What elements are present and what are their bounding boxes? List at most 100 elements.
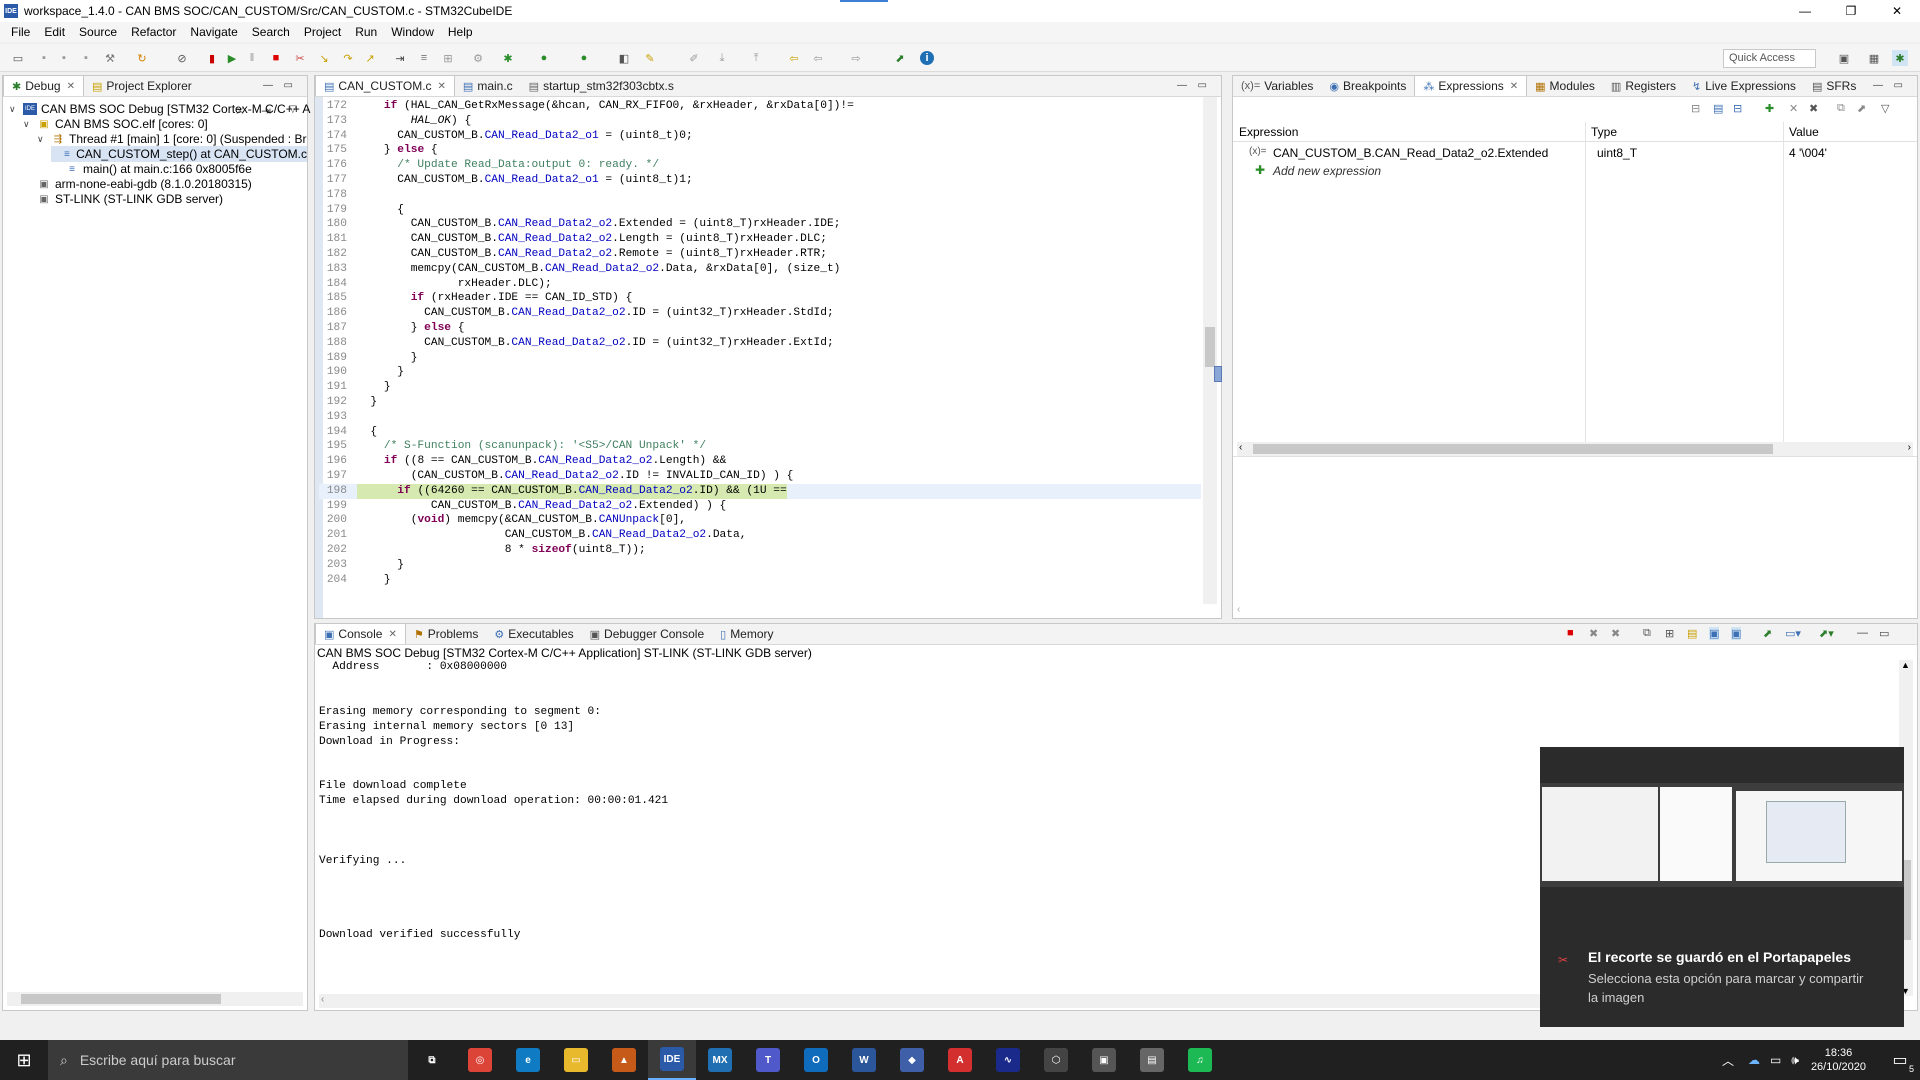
pin-console-icon[interactable]: ⬈ [1763,627,1772,640]
tab-breakpoints[interactable]: ◉ Breakpoints [1321,76,1414,96]
maximize-button[interactable]: ❐ [1828,0,1874,22]
scroll-thumb[interactable] [1205,327,1215,367]
tree-item[interactable]: ∨ ⇶ Thread #1 [main] 1 [core: 0] (Suspende… [37,131,306,147]
taskbar-app-gray-icon[interactable]: ▣ [1080,1040,1128,1080]
onedrive-icon[interactable]: ☁ [1748,1053,1760,1067]
show-on-stdout-icon[interactable]: ▣ [1709,627,1720,640]
step-into-icon[interactable]: ↘ [316,50,332,66]
taskbar-word-icon[interactable]: W [840,1040,888,1080]
taskbar-app-cube-icon[interactable]: ⬡ [1032,1040,1080,1080]
code-line[interactable]: 201 CAN_CUSTOM_B.CAN_Read_Data2_o2.Data, [319,528,1201,543]
expand-toggle-icon[interactable]: ∨ [23,119,35,130]
column-expression[interactable]: Expression [1239,125,1298,139]
code-line[interactable]: 188 CAN_CUSTOM_B.CAN_Read_Data2_o2.ID = … [319,336,1201,351]
maximize-icon[interactable]: ▭ [1879,627,1889,640]
instruction-stepping-icon[interactable]: ⇥ [392,50,408,66]
code-line[interactable]: 180 CAN_CUSTOM_B.CAN_Read_Data2_o2.Exten… [319,217,1201,232]
add-expression-icon[interactable]: ✚ [1765,102,1774,115]
code-line[interactable]: 173 HAL_OK) { [319,114,1201,129]
back-icon[interactable]: ⇦ [810,50,826,66]
info-icon[interactable]: i [920,51,934,65]
open-perspective-icon[interactable]: ⬈ [892,50,908,66]
code-line[interactable]: 178 [319,188,1201,203]
add-expression-row[interactable]: ✚ Add new expression [1233,162,1917,180]
close-icon[interactable]: ✕ [67,81,75,92]
taskbar-task-view-icon[interactable]: ⧉ [408,1040,456,1080]
code-line[interactable]: 203 } [319,558,1201,573]
resume-icon[interactable]: ▶ [224,50,240,66]
scroll-left-icon[interactable]: ‹ [321,994,324,1005]
skip-breakpoints-icon[interactable]: ⊘ [174,50,190,66]
menu-run[interactable]: Run [348,25,384,39]
show-type-names-icon[interactable]: ▤ [1713,102,1723,115]
close-icon[interactable]: ✕ [388,629,396,640]
clock[interactable]: 18:36 26/10/2020 [1811,1046,1866,1074]
code-line[interactable]: 194 { [319,425,1201,440]
restart-icon[interactable]: ≡ [416,50,432,66]
taskbar-app-blue-icon[interactable]: ◆ [888,1040,936,1080]
save-icon[interactable]: ▪ [36,50,52,66]
new-icon[interactable]: ▭ [10,50,26,66]
taskbar-stm32cubeide-icon[interactable]: IDE [648,1040,696,1080]
open-console-icon[interactable]: ⬈▾ [1819,627,1834,640]
collapse-all-icon[interactable]: ⊟ [1733,102,1742,115]
code-line[interactable]: 192 } [319,395,1201,410]
scroll-thumb[interactable] [21,994,221,1004]
save-all-icon[interactable]: ▪ [56,50,72,66]
maximize-icon[interactable]: ▭ [1198,80,1207,91]
taskbar-acrobat-icon[interactable]: A [936,1040,984,1080]
tree-item[interactable]: ▣ arm-none-eabi-gdb (8.1.0.20180315) [23,176,252,192]
taskbar-app-navy-icon[interactable]: ∿ [984,1040,1032,1080]
code-line[interactable]: 195 /* S-Function (scanunpack): '<S5>/CA… [319,439,1201,454]
maximize-icon[interactable]: ▭ [1894,80,1903,91]
remove-expression-icon[interactable]: ✕ [1789,102,1798,115]
step-over-icon[interactable]: ↷ [340,50,356,66]
taskbar-matlab-icon[interactable]: ▲ [600,1040,648,1080]
console-output[interactable]: Address : 0x08000000 Erasing memory corr… [319,660,668,943]
tab-variables[interactable]: (x)= Variables [1233,76,1321,96]
terminate-relaunch-icon[interactable]: ▮ [204,50,220,66]
tab-debugger-console[interactable]: ▣ Debugger Console [582,624,712,644]
show-on-stderr-icon[interactable]: ▣ [1731,627,1742,640]
close-icon[interactable]: ✕ [438,81,446,92]
reset-icon[interactable]: ⊞ [440,50,456,66]
network-icon[interactable]: ▭ [1770,1053,1781,1067]
expressions-horizontal-scrollbar[interactable]: ‹ › [1237,442,1913,456]
tree-item[interactable]: ∨ ▣ CAN BMS SOC.elf [cores: 0] [23,116,208,132]
code-line[interactable]: 191 } [319,380,1201,395]
tab-main-c[interactable]: ▤ main.c [455,76,521,96]
column-value[interactable]: Value [1789,125,1819,139]
windows-start-icon[interactable]: ⊞ [0,1040,48,1080]
debug-dropdown-icon[interactable]: ✱ [500,50,516,66]
code-line[interactable]: 200 (void) memcpy(&CAN_CUSTOM_B.CANUnpac… [319,513,1201,528]
close-button[interactable]: ✕ [1874,0,1920,22]
taskbar-stm32cubemx-icon[interactable]: MX [696,1040,744,1080]
snip-thumbnail[interactable] [1540,747,1904,887]
pin-view-icon[interactable]: ⬈ [1857,102,1866,115]
maximize-icon[interactable]: ▭ [284,80,293,91]
tab-registers[interactable]: ▥ Registers [1603,76,1684,96]
taskbar-app-folder-icon[interactable]: ▤ [1128,1040,1176,1080]
code-line[interactable]: 172 if (HAL_CAN_GetRxMessage(&hcan, CAN_… [319,99,1201,114]
code-line[interactable]: 174 CAN_CUSTOM_B.CAN_Read_Data2_o1 = (ui… [319,129,1201,144]
step-return-icon[interactable]: ↗ [362,50,378,66]
volume-icon[interactable]: 🕪 [1791,1053,1799,1068]
tab-memory[interactable]: ▯ Memory [712,624,781,644]
minimize-button[interactable]: — [1782,0,1828,22]
debug-device-icon[interactable]: ⚙ [470,50,486,66]
remove-all-terminated-icon[interactable]: ✖ [1611,627,1620,640]
code-line[interactable]: 181 CAN_CUSTOM_B.CAN_Read_Data2_o2.Lengt… [319,232,1201,247]
menu-source[interactable]: Source [72,25,124,39]
code-line[interactable]: 184 rxHeader.DLC); [319,277,1201,292]
snip-notification[interactable]: ✂ El recorte se guardó en el Portapapele… [1540,747,1904,1027]
open-perspective-button-icon[interactable]: ▣ [1836,50,1852,66]
open-element-icon[interactable]: ◧ [616,50,632,66]
taskbar-outlook-icon[interactable]: O [792,1040,840,1080]
tree-item[interactable]: ≡ CAN_CUSTOM_step() at CAN_CUSTOM.c [51,146,307,162]
next-annotation-icon[interactable]: ⤓ [714,50,730,66]
code-line[interactable]: 176 /* Update Read_Data:output 0: ready.… [319,158,1201,173]
debug-perspective-icon[interactable]: ✱ [1892,50,1908,66]
remove-launch-icon[interactable]: ✖ [1589,627,1598,640]
tab-expressions[interactable]: ⁂ Expressions ✕ [1414,75,1528,96]
expand-toggle-icon[interactable]: ∨ [9,104,21,115]
